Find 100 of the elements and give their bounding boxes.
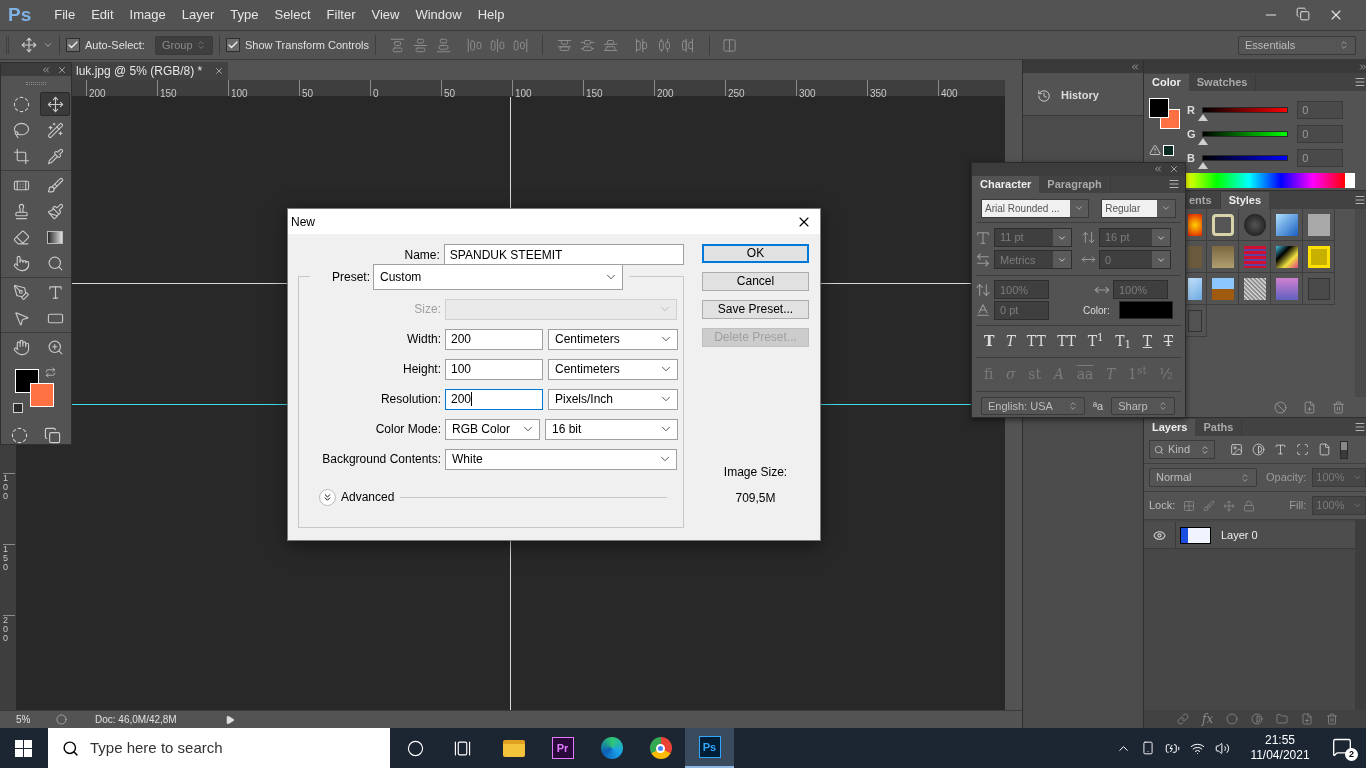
link-icon[interactable]	[1177, 713, 1190, 725]
background-dropdown[interactable]: White	[445, 448, 677, 470]
adjustment-icon[interactable]	[1251, 713, 1264, 725]
notification-icon[interactable]	[1332, 737, 1352, 757]
style-swatch[interactable]	[1211, 277, 1234, 300]
panel-tab[interactable]: Paths	[1195, 419, 1243, 436]
menu-item[interactable]: Select	[267, 5, 318, 25]
dialog-button[interactable]: OK	[702, 244, 809, 263]
clock-time[interactable]: 21:55	[1265, 733, 1295, 748]
type-style-button[interactable]: T$^{1}$	[1087, 330, 1104, 352]
style-swatch[interactable]	[1211, 245, 1234, 268]
style-swatch[interactable]	[1275, 277, 1298, 300]
style-swatch[interactable]	[1187, 309, 1202, 332]
clear-style-icon[interactable]	[1274, 400, 1288, 414]
color-mode-dropdown[interactable]: RGB Color	[445, 418, 540, 440]
unit-dropdown[interactable]: Pixels/Inch	[548, 388, 678, 410]
distribute-icon[interactable]	[680, 37, 696, 53]
caret-icon[interactable]	[43, 40, 53, 50]
type-style-button[interactable]: TT	[1057, 330, 1077, 352]
unit-dropdown[interactable]: Centimeters	[548, 358, 678, 380]
dialog-button[interactable]: Cancel	[702, 272, 809, 291]
channel-value-field[interactable]: 0	[1297, 101, 1344, 119]
align-icon[interactable]	[467, 37, 483, 53]
style-swatch[interactable]	[1275, 245, 1298, 268]
volume-icon[interactable]	[1215, 740, 1230, 756]
align-icon[interactable]	[390, 37, 406, 53]
default-colors-icon[interactable]	[13, 403, 23, 413]
document-tab[interactable]: luk.jpg @ 5% (RGB/8) *	[72, 62, 229, 80]
layer-row[interactable]: Layer 0	[1144, 522, 1356, 549]
align-icon[interactable]	[436, 37, 452, 53]
trash-icon[interactable]	[1332, 400, 1346, 414]
type-filter-icon[interactable]	[1274, 443, 1287, 456]
collapse-icon[interactable]	[41, 64, 51, 75]
input-field[interactable]: 200	[445, 328, 543, 350]
panel-tab[interactable]: Swatches	[1188, 74, 1257, 91]
new-layer-icon[interactable]	[1301, 713, 1314, 725]
menu-item[interactable]: File	[47, 5, 83, 25]
align-icon[interactable]	[413, 37, 429, 53]
eye-icon[interactable]	[1153, 528, 1166, 542]
color-swatches[interactable]	[1149, 98, 1180, 129]
font-family-dropdown[interactable]: Arial Rounded ...	[981, 198, 1090, 218]
language-dropdown[interactable]: English: USA	[981, 397, 1085, 416]
move-icon[interactable]	[21, 37, 37, 53]
slider-thumb[interactable]	[1198, 138, 1208, 145]
expand-icon[interactable]	[1358, 61, 1366, 72]
panel-menu-icon[interactable]	[1354, 194, 1366, 206]
quick-mask-icon[interactable]	[11, 427, 28, 444]
target-dropdown[interactable]: Group	[154, 35, 213, 55]
distribute-icon[interactable]	[603, 37, 619, 53]
task-view-icon[interactable]	[454, 739, 471, 757]
collapse-icon[interactable]	[1130, 61, 1140, 72]
play-icon[interactable]	[225, 714, 235, 725]
background-color-swatch[interactable]	[30, 383, 54, 407]
wifi-icon[interactable]	[1190, 740, 1205, 756]
style-swatch[interactable]	[1187, 277, 1202, 300]
channel-value-field[interactable]: 0	[1297, 149, 1344, 167]
taskbar-app[interactable]: Pr	[538, 728, 587, 768]
panel-tab[interactable]: Layers	[1144, 419, 1196, 436]
input-field[interactable]: SPANDUK STEEMIT	[443, 244, 684, 265]
channel-value-field[interactable]: 0	[1297, 125, 1344, 143]
align-icon[interactable]	[490, 37, 506, 53]
style-swatch[interactable]	[1243, 277, 1266, 300]
input-field[interactable]: 100	[445, 358, 543, 380]
expand-button[interactable]	[319, 488, 336, 506]
taskbar-app[interactable]: Ps	[685, 728, 734, 768]
style-swatch[interactable]	[1307, 277, 1330, 300]
type-style-button[interactable]: TT	[1026, 330, 1046, 352]
distribute-icon[interactable]	[580, 37, 596, 53]
collapse-icon[interactable]	[1153, 164, 1163, 175]
blend-mode-dropdown[interactable]: Normal	[1149, 468, 1257, 487]
checkbox[interactable]	[66, 38, 80, 52]
panel-tab[interactable]: Color	[1144, 74, 1189, 91]
style-swatch[interactable]	[1243, 245, 1266, 268]
type-style-button[interactable]: T	[1163, 330, 1173, 352]
style-swatch[interactable]	[1307, 213, 1330, 236]
advanced-label[interactable]: Advanced	[341, 488, 395, 506]
antialias-dropdown[interactable]: Sharp	[1111, 397, 1176, 416]
filter-dropdown[interactable]: Kind	[1149, 440, 1215, 459]
distribute-icon[interactable]	[557, 37, 573, 53]
clock-date[interactable]: 11/04/2021	[1250, 748, 1310, 763]
preset-dropdown[interactable]: Custom	[373, 264, 623, 290]
panel-menu-icon[interactable]	[1354, 421, 1366, 433]
font-style-dropdown[interactable]: Regular	[1101, 198, 1176, 218]
align-icon[interactable]	[513, 37, 529, 53]
type-style-button[interactable]: T	[1142, 330, 1153, 352]
type-style-button[interactable]: T	[984, 330, 995, 352]
color-spectrum[interactable]	[1185, 173, 1356, 188]
slider-thumb[interactable]	[1198, 114, 1208, 121]
adjustment-filter-icon[interactable]	[1252, 443, 1265, 456]
image-filter-icon[interactable]	[1230, 443, 1243, 456]
zoom-level[interactable]: 5%	[16, 712, 46, 727]
panel-menu-icon[interactable]	[1168, 177, 1180, 190]
menu-item[interactable]: Edit	[84, 5, 121, 25]
style-swatch[interactable]	[1243, 213, 1266, 236]
shape-filter-icon[interactable]	[1296, 443, 1309, 456]
menu-item[interactable]: Layer	[174, 5, 222, 25]
auto-align-icon[interactable]	[722, 37, 738, 53]
style-swatch[interactable]	[1187, 245, 1202, 268]
type-style-button[interactable]: T	[1005, 330, 1016, 352]
menu-item[interactable]: Image	[122, 5, 173, 25]
